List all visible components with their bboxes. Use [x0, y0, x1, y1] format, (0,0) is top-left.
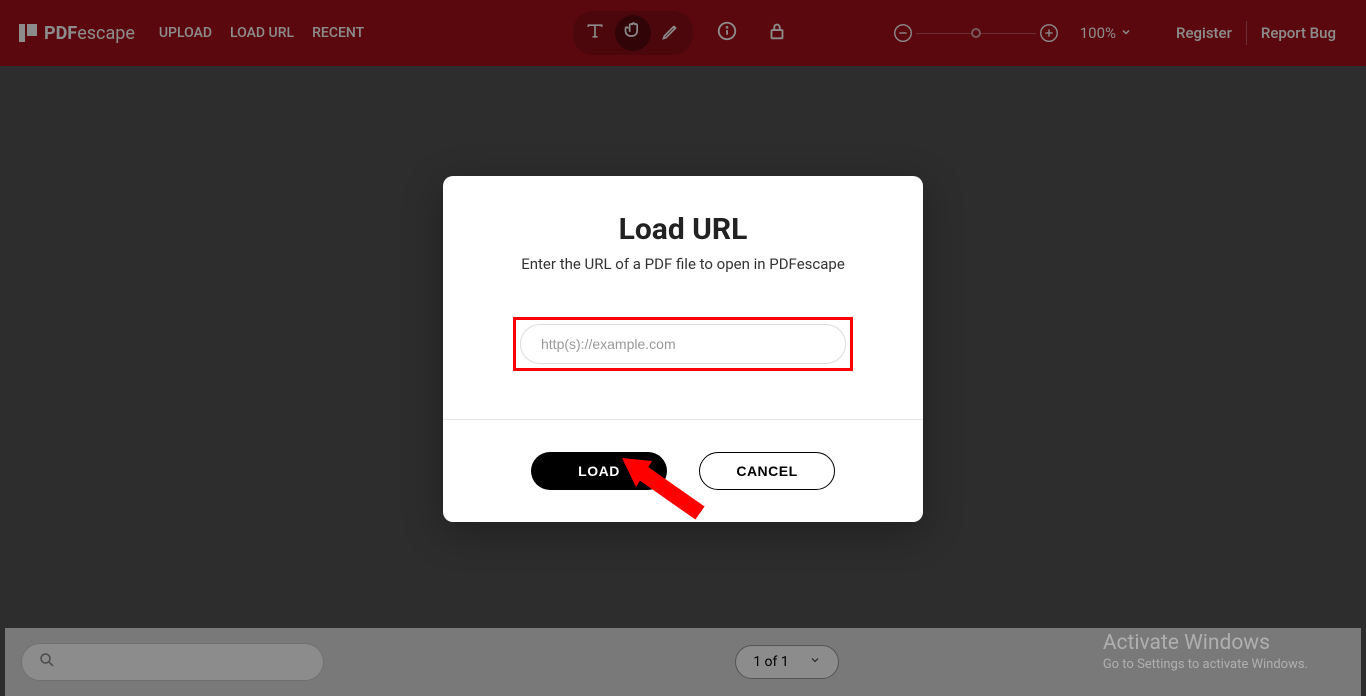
modal-footer: LOAD CANCEL: [443, 420, 923, 522]
modal-title: Load URL: [475, 212, 891, 247]
cancel-button[interactable]: CANCEL: [699, 452, 835, 490]
watermark-subtitle: Go to Settings to activate Windows.: [1103, 657, 1308, 672]
modal-body: Load URL Enter the URL of a PDF file to …: [443, 176, 923, 419]
windows-watermark: Activate Windows Go to Settings to activ…: [1103, 631, 1308, 672]
load-button[interactable]: LOAD: [531, 452, 667, 490]
modal-subtitle: Enter the URL of a PDF file to open in P…: [475, 255, 891, 273]
load-url-modal: Load URL Enter the URL of a PDF file to …: [443, 176, 923, 522]
watermark-title: Activate Windows: [1103, 631, 1308, 655]
url-input[interactable]: [520, 324, 846, 364]
input-highlight-annotation: [513, 317, 853, 371]
